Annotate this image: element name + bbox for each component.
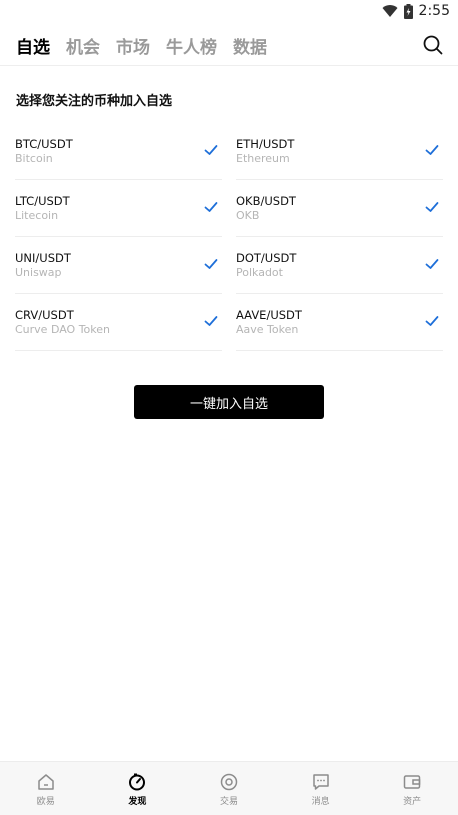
wallet-icon bbox=[403, 775, 421, 789]
coin-name: Litecoin bbox=[15, 209, 59, 222]
coin-grid: BTC/USDT Bitcoin ETH/USDT Ethereum LTC/USDT L… bbox=[15, 123, 443, 351]
coin-pair: AAVE/USDT bbox=[236, 308, 302, 322]
search-icon bbox=[423, 35, 443, 55]
checkmark-icon[interactable] bbox=[425, 257, 439, 271]
wifi-icon bbox=[382, 5, 398, 18]
tab-leaderboard[interactable]: 牛人榜 bbox=[166, 33, 217, 58]
search-button[interactable] bbox=[422, 34, 444, 56]
coin-item[interactable]: UNI/USDT Uniswap bbox=[15, 237, 222, 294]
tab-opportunities[interactable]: 机会 bbox=[66, 33, 100, 58]
coin-name: Uniswap bbox=[15, 266, 62, 279]
checkmark-icon[interactable] bbox=[425, 314, 439, 328]
coin-item[interactable]: LTC/USDT Litecoin bbox=[15, 180, 222, 237]
bottom-nav: 欧易 发现 交易 消息 资产 bbox=[0, 761, 458, 815]
message-icon bbox=[312, 774, 329, 790]
coin-item[interactable]: AAVE/USDT Aave Token bbox=[236, 294, 443, 351]
checkmark-icon[interactable] bbox=[204, 143, 218, 157]
section-title: 选择您关注的币种加入自选 bbox=[16, 94, 173, 109]
add-all-to-favorites-button[interactable]: 一键加入自选 bbox=[134, 385, 324, 419]
coin-item[interactable]: BTC/USDT Bitcoin bbox=[15, 123, 222, 180]
checkmark-icon[interactable] bbox=[204, 200, 218, 214]
coin-pair: ETH/USDT bbox=[236, 137, 295, 151]
coin-name: Polkadot bbox=[236, 266, 283, 279]
coin-pair: BTC/USDT bbox=[15, 137, 73, 151]
coin-pair: LTC/USDT bbox=[15, 194, 70, 208]
top-tab-bar: 自选 机会 市场 牛人榜 数据 bbox=[16, 30, 267, 60]
nav-label-assets: 资产 bbox=[403, 797, 422, 807]
nav-item-home[interactable]: 欧易 bbox=[0, 762, 92, 815]
nav-label-trade: 交易 bbox=[219, 797, 238, 807]
coin-item[interactable]: CRV/USDT Curve DAO Token bbox=[15, 294, 222, 351]
home-icon bbox=[38, 774, 54, 790]
coin-name: Bitcoin bbox=[15, 152, 53, 165]
clock-time: 2:55 bbox=[418, 3, 450, 19]
coin-name: Aave Token bbox=[236, 323, 299, 336]
checkmark-icon[interactable] bbox=[425, 143, 439, 157]
nav-item-assets[interactable]: 资产 bbox=[366, 762, 458, 815]
checkmark-icon[interactable] bbox=[425, 200, 439, 214]
checkmark-icon[interactable] bbox=[204, 257, 218, 271]
coin-name: Curve DAO Token bbox=[15, 323, 111, 336]
coin-item[interactable]: OKB/USDT OKB bbox=[236, 180, 443, 237]
tab-data[interactable]: 数据 bbox=[233, 33, 267, 58]
header-divider bbox=[0, 65, 458, 66]
nav-label-home: 欧易 bbox=[36, 797, 55, 807]
nav-item-messages[interactable]: 消息 bbox=[275, 762, 367, 815]
nav-item-discover[interactable]: 发现 bbox=[92, 762, 184, 815]
tab-favorites[interactable]: 自选 bbox=[16, 33, 50, 58]
coin-pair: UNI/USDT bbox=[15, 251, 71, 265]
tab-market[interactable]: 市场 bbox=[116, 33, 150, 58]
checkmark-icon[interactable] bbox=[204, 314, 218, 328]
nav-label-messages: 消息 bbox=[311, 797, 330, 807]
coin-pair: OKB/USDT bbox=[236, 194, 296, 208]
coin-pair: DOT/USDT bbox=[236, 251, 297, 265]
coin-item[interactable]: ETH/USDT Ethereum bbox=[236, 123, 443, 180]
trade-icon bbox=[220, 773, 238, 791]
coin-item[interactable]: DOT/USDT Polkadot bbox=[236, 237, 443, 294]
coin-pair: CRV/USDT bbox=[15, 308, 74, 322]
nav-item-trade[interactable]: 交易 bbox=[183, 762, 275, 815]
status-bar: 2:55 bbox=[0, 0, 458, 24]
battery-icon bbox=[403, 3, 413, 19]
discover-icon bbox=[129, 773, 146, 791]
coin-name: Ethereum bbox=[236, 152, 290, 165]
coin-name: OKB bbox=[236, 209, 260, 222]
nav-label-discover: 发现 bbox=[128, 797, 147, 807]
